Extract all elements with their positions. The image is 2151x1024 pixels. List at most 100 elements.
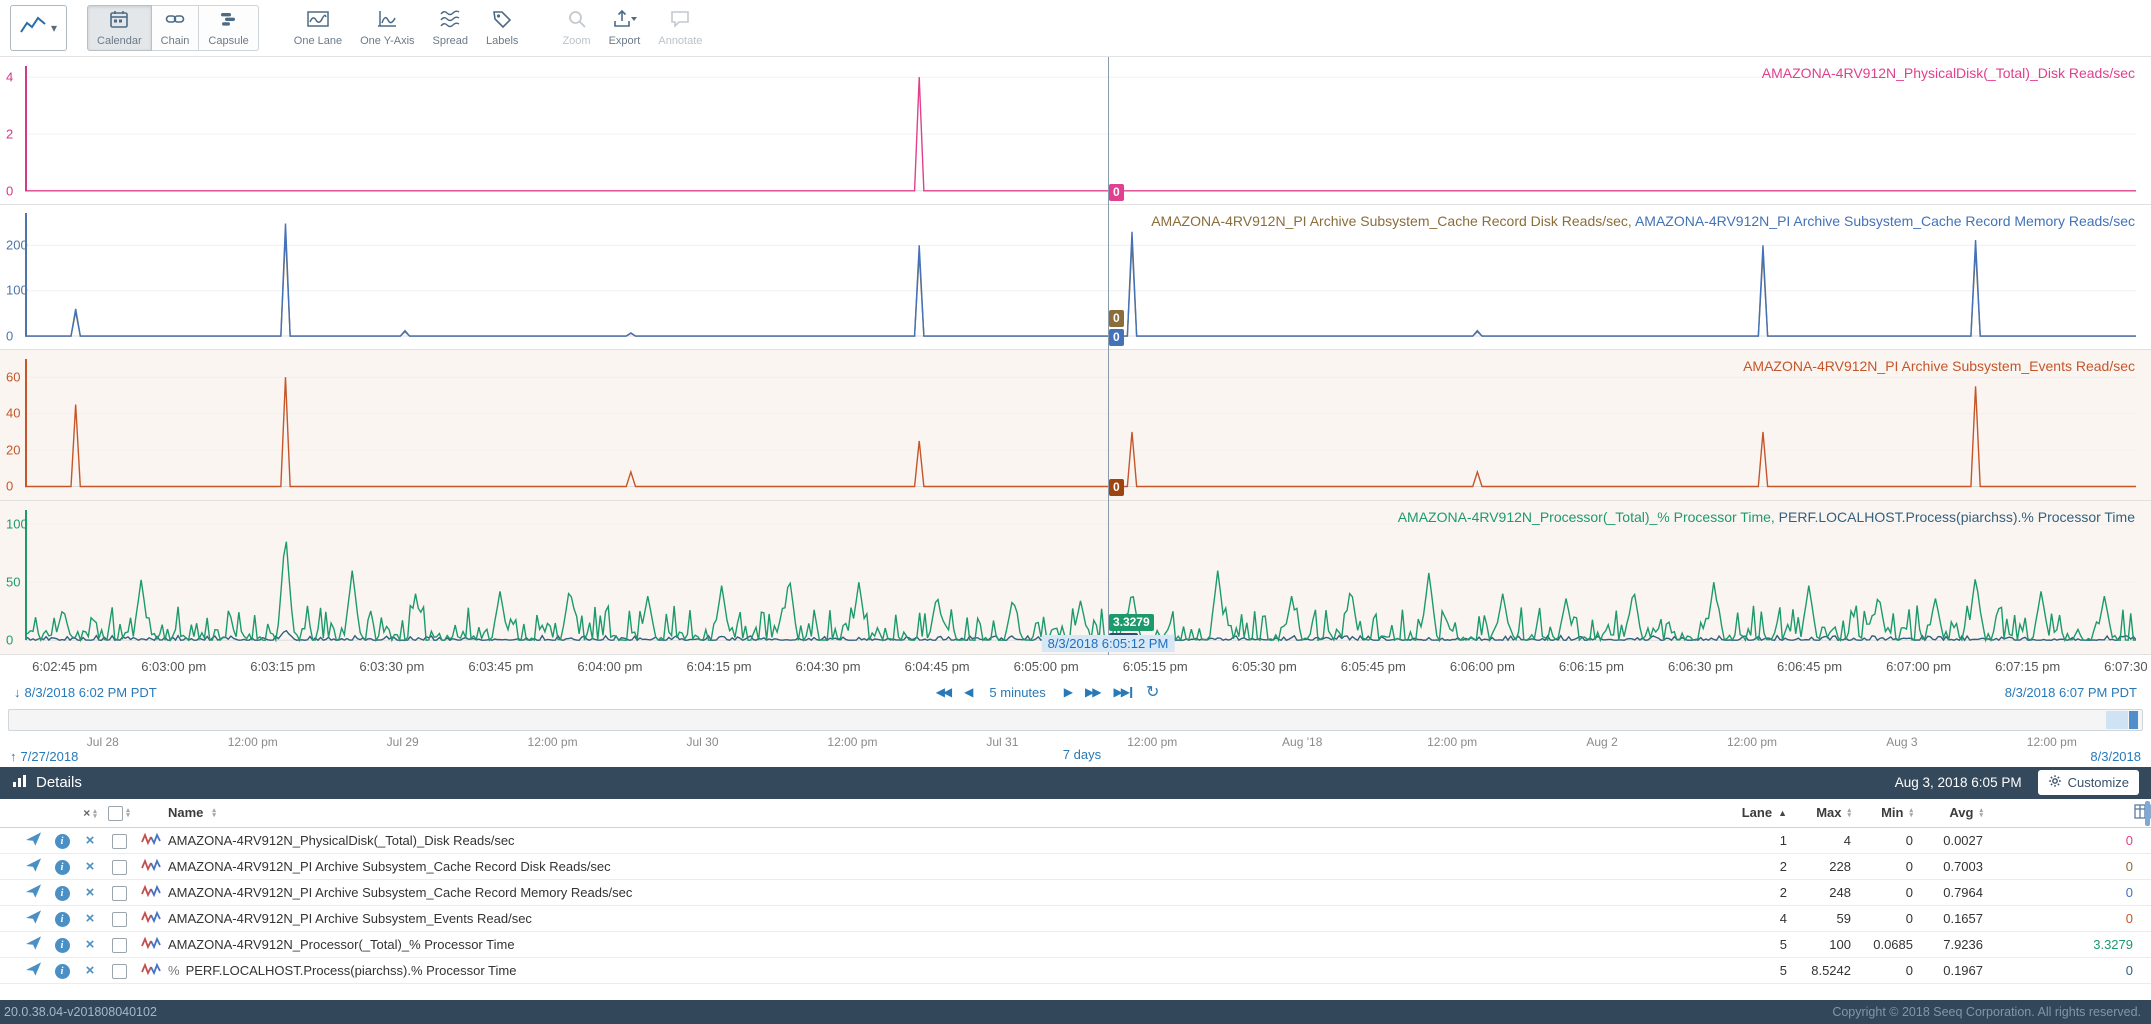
- y-axis: [25, 66, 27, 191]
- column-header-max[interactable]: Max▴▾: [1787, 805, 1851, 820]
- timeline-duration[interactable]: 7 days: [1063, 747, 1101, 762]
- info-icon[interactable]: i: [48, 884, 76, 901]
- lane-legend: AMAZONA-4RV912N_PI Archive Subsystem_Eve…: [1743, 358, 2135, 374]
- toolbar-button-label: Calendar: [97, 35, 142, 47]
- chart-lane-4[interactable]: 0204060AMAZONA-4RV912N_PI Archive Subsys…: [0, 350, 2151, 501]
- chart-cursor-line[interactable]: [1108, 57, 1109, 655]
- row-checkbox[interactable]: [104, 937, 134, 953]
- signal-name: AMAZONA-4RV912N_PI Archive Subsystem_Eve…: [168, 911, 1731, 926]
- chart-lane-1[interactable]: 024AMAZONA-4RV912N_PhysicalDisk(_Total)_…: [0, 57, 2151, 205]
- series-name[interactable]: AMAZONA-4RV912N_PI Archive Subsystem_Cac…: [1151, 213, 1635, 229]
- timeline-tick-label: Jul 29: [387, 735, 419, 749]
- signal-icon: [134, 962, 168, 979]
- range-start-arrow-icon[interactable]: ↓: [14, 685, 21, 700]
- share-icon[interactable]: [18, 909, 48, 928]
- toolbar-button-chain[interactable]: Chain: [152, 5, 200, 51]
- timeline-track[interactable]: [8, 709, 2143, 731]
- toolbar-button-labels[interactable]: Labels: [477, 5, 527, 51]
- remove-icon[interactable]: ×: [76, 858, 104, 875]
- toolbar-button-label: Zoom: [562, 35, 590, 47]
- stat-avg: 7.9236: [1913, 937, 1983, 952]
- info-icon[interactable]: i: [48, 910, 76, 927]
- signal-icon: [134, 910, 168, 927]
- row-checkbox[interactable]: [104, 963, 134, 979]
- column-header-avg[interactable]: Avg▴▾: [1913, 805, 1983, 820]
- timeline-tick-label: 12:00 pm: [228, 735, 278, 749]
- x-axis-label: 6:03:45 pm: [468, 659, 533, 674]
- duration-label[interactable]: 5 minutes: [985, 685, 1049, 700]
- toolbar-button-label: Capsule: [208, 35, 248, 47]
- row-checkbox[interactable]: [104, 885, 134, 901]
- toolbar-button-zoom: Zoom: [553, 5, 599, 51]
- y-tick-label: 50: [6, 574, 20, 589]
- remove-icon[interactable]: ×: [76, 910, 104, 927]
- cursor-value-badge: 0: [1109, 310, 1124, 327]
- remove-icon[interactable]: ×: [76, 832, 104, 849]
- timeline-selection[interactable]: [2129, 711, 2138, 729]
- cursor-value-badge: 0: [1109, 184, 1124, 201]
- share-icon[interactable]: [18, 961, 48, 980]
- toolbar-groups: Calendar Chain Capsule One LaneOne Y-AxisSp…: [87, 5, 737, 51]
- share-icon[interactable]: [18, 857, 48, 876]
- version-label: 20.0.38.04-v201808040102: [4, 1005, 157, 1019]
- info-icon[interactable]: i: [48, 936, 76, 953]
- column-header-name[interactable]: Name▴▾: [168, 805, 1731, 820]
- series-name[interactable]: AMAZONA-4RV912N_PI Archive Subsystem_Eve…: [1743, 358, 2135, 374]
- remove-icon[interactable]: ×: [76, 936, 104, 953]
- customize-button[interactable]: Customize: [2038, 770, 2139, 795]
- toolbar-button-calendar[interactable]: Calendar: [87, 5, 152, 51]
- toolbar-button-spread[interactable]: Spread: [424, 5, 477, 51]
- series-name[interactable]: AMAZONA-4RV912N_PhysicalDisk(_Total)_Dis…: [1762, 65, 2135, 81]
- stat-lane: 5: [1731, 937, 1787, 952]
- remove-icon[interactable]: ×: [76, 884, 104, 901]
- trend-view-dropdown[interactable]: ▾: [10, 5, 67, 51]
- column-header-select[interactable]: ▴▾: [104, 805, 134, 821]
- table-row[interactable]: i× %PERF.LOCALHOST.Process(piarchss).% Pr…: [0, 958, 2151, 984]
- toolbar-button-one-lane[interactable]: One Lane: [285, 5, 351, 51]
- lane-legend: AMAZONA-4RV912N_Processor(_Total)_% Proc…: [1398, 509, 2135, 525]
- share-icon[interactable]: [18, 831, 48, 850]
- series-name[interactable]: PERF.LOCALHOST.Process(piarchss).% Proce…: [1779, 509, 2135, 525]
- x-axis-label: 6:06:30 pm: [1668, 659, 1733, 674]
- row-checkbox[interactable]: [104, 859, 134, 875]
- column-header-remove[interactable]: ×▴▾: [76, 805, 104, 820]
- info-icon[interactable]: i: [48, 832, 76, 849]
- table-row[interactable]: i×AMAZONA-4RV912N_Processor(_Total)_% Pr…: [0, 932, 2151, 958]
- row-checkbox[interactable]: [104, 911, 134, 927]
- share-icon[interactable]: [18, 883, 48, 902]
- jump-forward-button[interactable]: ▶▶: [1085, 685, 1099, 699]
- stat-lane: 2: [1731, 859, 1787, 874]
- step-back-button[interactable]: ◀: [964, 685, 971, 699]
- skip-to-now-button[interactable]: ▶▶: [1113, 685, 1131, 699]
- timeline-tick-label: Jul 28: [87, 735, 119, 749]
- info-icon[interactable]: i: [48, 962, 76, 979]
- info-icon[interactable]: i: [48, 858, 76, 875]
- timeline-start-arrow-icon[interactable]: ↑: [10, 749, 17, 764]
- table-row[interactable]: i×AMAZONA-4RV912N_PI Archive Subsystem_C…: [0, 880, 2151, 906]
- jump-back-button[interactable]: ◀◀: [936, 685, 950, 699]
- trend-icon: [20, 15, 46, 40]
- timeline-end: 8/3/2018: [2090, 749, 2141, 764]
- toolbar-button-one-y-axis[interactable]: One Y-Axis: [351, 5, 423, 51]
- table-row[interactable]: i×AMAZONA-4RV912N_PI Archive Subsystem_C…: [0, 854, 2151, 880]
- step-forward-button[interactable]: ▶: [1064, 685, 1071, 699]
- refresh-icon[interactable]: ↻: [1146, 682, 1159, 702]
- table-row[interactable]: i× AMAZONA-4RV912N_PI Archive Subsystem_E…: [0, 906, 2151, 932]
- remove-icon[interactable]: ×: [76, 962, 104, 979]
- labels-icon: [492, 9, 512, 32]
- toolbar-button-capsule[interactable]: Capsule: [199, 5, 258, 51]
- column-header-min[interactable]: Min▴▾: [1851, 805, 1913, 820]
- table-row[interactable]: i×AMAZONA-4RV912N_PhysicalDisk(_Total)_D…: [0, 828, 2151, 854]
- row-checkbox[interactable]: [104, 833, 134, 849]
- column-header-lane[interactable]: Lane▲: [1731, 805, 1787, 820]
- series-name[interactable]: AMAZONA-4RV912N_PI Archive Subsystem_Cac…: [1635, 213, 2135, 229]
- zoom-icon: [567, 9, 587, 32]
- x-axis-label: 6:03:15 pm: [250, 659, 315, 674]
- series-name[interactable]: AMAZONA-4RV912N_Processor(_Total)_% Proc…: [1398, 509, 1779, 525]
- share-icon[interactable]: [18, 935, 48, 954]
- chart-lane-2[interactable]: 0100200AMAZONA-4RV912N_PI Archive Subsys…: [0, 205, 2151, 350]
- chart-lane-5[interactable]: 050100AMAZONA-4RV912N_Processor(_Total)_…: [0, 501, 2151, 655]
- table-scrollbar-thumb[interactable]: [2145, 801, 2150, 826]
- toolbar-button-export[interactable]: Export: [600, 5, 650, 51]
- signal-name: %PERF.LOCALHOST.Process(piarchss).% Proc…: [168, 963, 1731, 978]
